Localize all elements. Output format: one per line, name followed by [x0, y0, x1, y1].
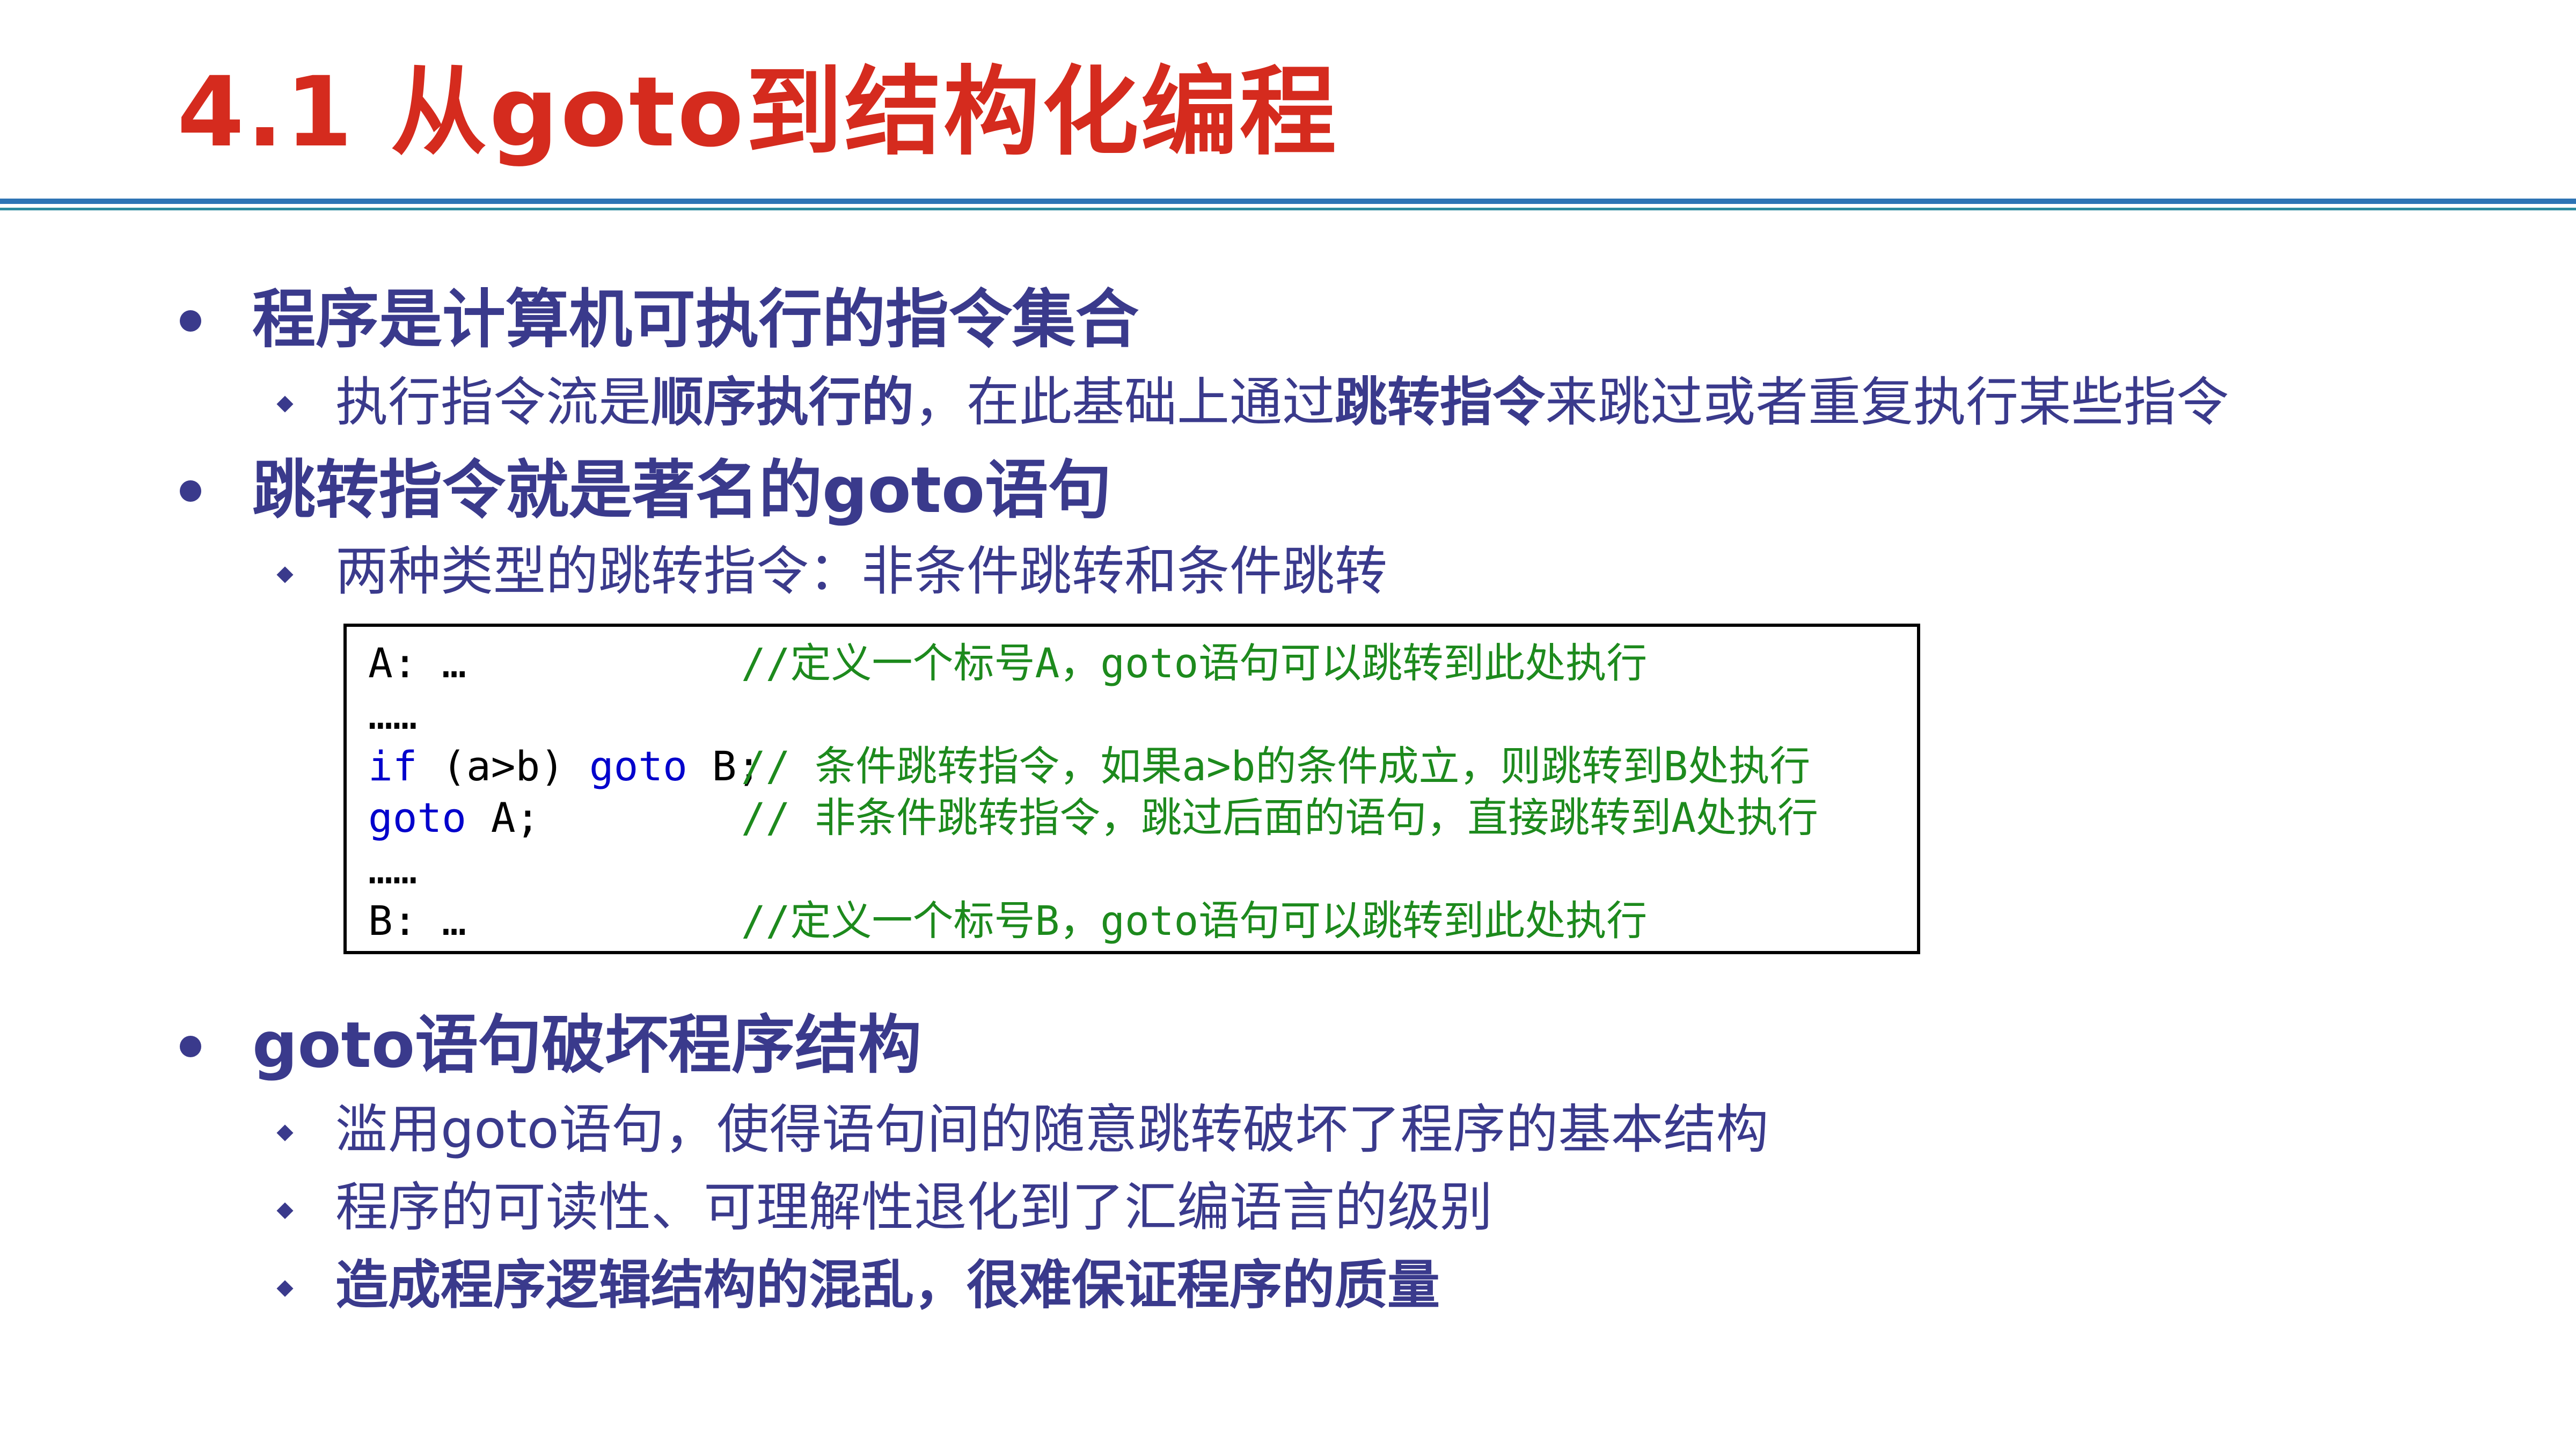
- title-divider: [0, 199, 2576, 204]
- code-comment-3: // 条件跳转指令，如果a>b的条件成立，则跳转到B处执行: [741, 742, 1811, 790]
- bullet-1-text: 程序是计算机可执行的指令集合: [252, 282, 1139, 356]
- code-example-box: A: … //定义一个标号A，goto语句可以跳转到此处执行 …… if (a>…: [343, 624, 1920, 954]
- code-line-5: ……: [368, 845, 418, 893]
- bullet-dot-icon: [180, 480, 201, 502]
- bullet-3-sub-1: 滥用goto语句，使得语句间的随意跳转破坏了程序的基本结构: [335, 1099, 1769, 1160]
- bullet-diamond-icon: [276, 396, 294, 413]
- code-line-2: ……: [368, 691, 418, 738]
- code-comment-1: //定义一个标号A，goto语句可以跳转到此处执行: [741, 639, 1648, 687]
- slide-title: 4.1 从goto到结构化编程: [177, 56, 1338, 169]
- bullet-diamond-icon: [276, 566, 294, 583]
- bullet-1-sub-1: 执行指令流是顺序执行的，在此基础上通过跳转指令来跳过或者重复执行某些指令: [335, 368, 2229, 437]
- bullet-2-sub-1: 两种类型的跳转指令：非条件跳转和条件跳转: [335, 541, 1388, 602]
- code-comment-4: // 非条件跳转指令，跳过后面的语句，直接跳转到A处执行: [741, 794, 1819, 841]
- code-keyword: goto: [368, 794, 467, 841]
- sub-text-emphasis: 跳转指令: [1335, 372, 1546, 433]
- sub-text-segment: 执行指令流是: [335, 372, 652, 433]
- sub-text-segment: ，在此基础上通过: [914, 372, 1335, 433]
- code-comment-6: //定义一个标号B，goto语句可以跳转到此处执行: [741, 897, 1648, 945]
- bullet-diamond-icon: [276, 1124, 294, 1141]
- bullet-3-text: goto语句破坏程序结构: [252, 1008, 922, 1082]
- bullet-3-sub-2: 程序的可读性、可理解性退化到了汇编语言的级别: [335, 1177, 1493, 1238]
- bullet-3-sub-3: 造成程序逻辑结构的混乱，很难保证程序的质量: [335, 1255, 1440, 1316]
- bullet-dot-icon: [180, 310, 201, 332]
- sub-text-segment: 来跳过或者重复执行某些指令: [1545, 372, 2229, 433]
- code-keyword: if: [368, 742, 418, 790]
- code-keyword: goto: [589, 742, 687, 790]
- code-text: (a>b): [417, 742, 589, 790]
- code-line-3: if (a>b) goto B;: [368, 741, 761, 792]
- code-text: A;: [466, 794, 540, 841]
- title-divider-secondary: [0, 208, 2576, 210]
- code-line-6: B: …: [368, 897, 467, 945]
- code-line-1: A: …: [368, 639, 467, 687]
- bullet-2-text: 跳转指令就是著名的goto语句: [252, 453, 1112, 527]
- code-line-4: goto A;: [368, 792, 540, 844]
- bullet-diamond-icon: [276, 1202, 294, 1219]
- bullet-dot-icon: [180, 1036, 201, 1057]
- bullet-diamond-icon: [276, 1280, 294, 1297]
- sub-text-emphasis: 顺序执行的: [651, 372, 914, 433]
